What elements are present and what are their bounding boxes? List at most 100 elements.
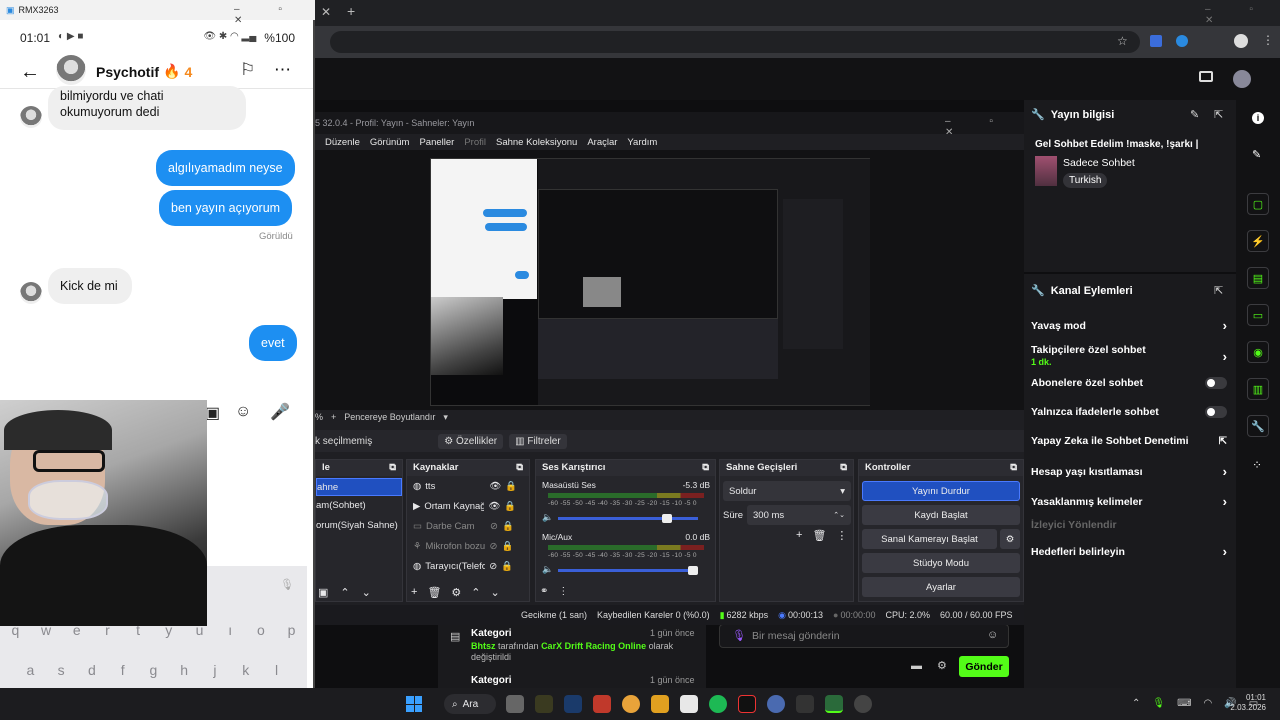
key[interactable]: d xyxy=(77,662,107,678)
network-icon[interactable]: ◠ xyxy=(1204,698,1213,709)
more-options-icon[interactable]: ⋯ xyxy=(274,60,291,80)
key[interactable]: f xyxy=(108,662,138,678)
action-account-age[interactable]: Hesap yaşı kısıtlaması › xyxy=(1031,464,1227,479)
dropdown-icon[interactable]: ▾ xyxy=(443,412,448,423)
action-slow-mode[interactable]: Yavaş mod › xyxy=(1031,318,1227,333)
source-item[interactable]: ⚘ Mikrofon bozu ⊘ 🔒 xyxy=(413,536,529,556)
virtual-camera-settings-icon[interactable]: ⚙ xyxy=(1000,529,1020,549)
subs-only-toggle[interactable] xyxy=(1205,377,1227,389)
mic-icon[interactable]: 🎙 xyxy=(1152,698,1165,709)
menu-help[interactable]: Yardım xyxy=(627,137,657,148)
keyboard-mic-icon[interactable]: 🎙 xyxy=(280,578,294,591)
gallery-icon[interactable]: ▣ xyxy=(205,403,220,423)
slider-handle[interactable] xyxy=(688,566,698,575)
lock-icon[interactable]: 🔒 xyxy=(501,561,513,572)
key[interactable]: a xyxy=(15,662,45,678)
gear-icon[interactable]: ⚙ xyxy=(451,586,461,599)
contact-avatar[interactable] xyxy=(56,55,86,85)
source-item[interactable]: ◍ Tarayıcı(Telefo ⊘ 🔒 xyxy=(413,556,529,576)
address-bar[interactable] xyxy=(330,31,1140,53)
layout-icon[interactable]: ▥ xyxy=(1247,378,1269,400)
chat-message-input[interactable]: Bir mesaj gönderin xyxy=(719,624,1009,648)
keyboard-icon[interactable]: ⌨ xyxy=(1177,698,1191,709)
key[interactable]: l xyxy=(262,662,292,678)
menu-dots-icon[interactable]: ⋮ xyxy=(836,529,847,542)
activity-user[interactable]: Bhtsz xyxy=(471,641,496,651)
menu-edit[interactable]: Düzenle xyxy=(325,137,360,148)
move-down-icon[interactable]: ⌄ xyxy=(362,586,371,599)
chat-bubble-icon[interactable]: ▬ xyxy=(911,660,922,672)
send-button[interactable]: Gönder xyxy=(959,656,1009,677)
bookmark-star-icon[interactable]: ☆ xyxy=(1117,34,1128,48)
pencil-icon[interactable]: ✎ xyxy=(1252,148,1261,161)
dock-float-icon[interactable]: ⧉ xyxy=(516,462,523,474)
phone-window-controls[interactable]: – ▫ ✕ xyxy=(234,4,315,26)
source-item[interactable]: ▭ Darbe Cam ⊘ 🔒 xyxy=(413,516,529,536)
key[interactable]: s xyxy=(46,662,76,678)
volume-slider[interactable] xyxy=(558,566,698,575)
key[interactable]: j xyxy=(200,662,230,678)
extension-icon[interactable] xyxy=(1150,35,1162,47)
eye-icon[interactable]: 👁 xyxy=(488,501,500,512)
tray-expand-icon[interactable]: ⌃ xyxy=(1132,698,1140,709)
taskbar-clock[interactable]: 01:01 2.03.2026 xyxy=(1230,693,1266,713)
category-name[interactable]: Sadece Sohbet xyxy=(1063,157,1135,169)
voice-icon[interactable]: 🎤 xyxy=(270,402,290,422)
emotes-only-toggle[interactable] xyxy=(1205,406,1227,418)
info-icon[interactable]: i xyxy=(1252,112,1264,124)
app-icon[interactable] xyxy=(593,695,611,713)
dock-float-icon[interactable]: ⧉ xyxy=(702,462,709,474)
app-icon[interactable] xyxy=(680,695,698,713)
chat-settings-icon[interactable]: ⚙ xyxy=(937,659,947,672)
key[interactable]: k xyxy=(231,662,261,678)
sticker-icon[interactable]: ☺ xyxy=(235,403,251,421)
add-icon[interactable]: + xyxy=(331,412,336,423)
contact-name-row[interactable]: Psychotif 🔥 4 xyxy=(96,63,192,80)
start-recording-button[interactable]: Kaydı Başlat xyxy=(862,505,1020,525)
action-ai-moderation[interactable]: Yapay Zeka ile Sohbet Denetimi ⇱ xyxy=(1031,435,1227,447)
flag-icon[interactable]: ⚐ xyxy=(240,60,255,80)
taskbar-search[interactable]: ⌕ Ara xyxy=(444,694,496,714)
more-apps-icon[interactable]: ⁘ xyxy=(1252,458,1262,472)
scene-item[interactable]: am(Sohbet) xyxy=(316,496,402,516)
slider-handle[interactable] xyxy=(662,514,672,523)
move-up-icon[interactable]: ⌃ xyxy=(471,586,480,599)
start-virtual-camera-button[interactable]: Sanal Kamerayı Başlat xyxy=(862,529,997,549)
language-tag[interactable]: Turkish xyxy=(1063,173,1108,188)
add-transition-icon[interactable]: + xyxy=(796,529,802,542)
move-up-icon[interactable]: ⌃ xyxy=(340,586,349,599)
menu-docks[interactable]: Paneller xyxy=(419,137,454,148)
profile-icon[interactable] xyxy=(1234,34,1248,48)
menu-profile[interactable]: Profil xyxy=(464,137,486,148)
action-subs-only[interactable]: Abonelere özel sohbet xyxy=(1031,377,1227,389)
app-icon[interactable] xyxy=(535,695,553,713)
settings-button[interactable]: Ayarlar xyxy=(862,577,1020,597)
edit-icon[interactable]: ✎ xyxy=(1190,108,1199,121)
tiktok-icon[interactable] xyxy=(738,695,756,713)
scene-item[interactable]: orum(Siyah Sahne) xyxy=(316,516,402,536)
dock-float-icon[interactable]: ⧉ xyxy=(389,462,396,474)
popout-icon[interactable]: ⇱ xyxy=(1214,108,1223,121)
file-explorer-icon[interactable] xyxy=(651,695,669,713)
action-followers-only[interactable]: Takipçilere özel sohbet 1 dk. › xyxy=(1031,344,1227,368)
terminal-icon[interactable] xyxy=(796,695,814,713)
settings-wrench-icon[interactable]: 🔧 xyxy=(1247,415,1269,437)
window-controls[interactable]: – ▫ ✕ xyxy=(1205,4,1280,26)
extension2-icon[interactable] xyxy=(1176,35,1188,47)
add-source-icon[interactable]: + xyxy=(411,586,417,599)
scene-item[interactable]: ahne xyxy=(316,478,402,496)
streamer-mode-icon[interactable] xyxy=(1199,71,1213,82)
trash-icon[interactable]: 🗑 xyxy=(427,586,441,599)
menu-scene-collection[interactable]: Sahne Koleksiyonu xyxy=(496,137,577,148)
app-icon[interactable] xyxy=(767,695,785,713)
link-icon[interactable]: ⚭ xyxy=(540,586,548,597)
key[interactable]: p xyxy=(277,622,307,638)
obs-icon[interactable] xyxy=(854,695,872,713)
key[interactable]: h xyxy=(169,662,199,678)
broadcast-icon[interactable]: ◉ xyxy=(1247,341,1269,363)
speaker-icon[interactable]: 🔈 xyxy=(542,564,553,575)
activity-game[interactable]: CarX Drift Racing Online xyxy=(541,641,646,651)
move-down-icon[interactable]: ⌄ xyxy=(491,586,500,599)
browser-menu-icon[interactable]: ⋮ xyxy=(1262,33,1274,47)
chrome-icon[interactable] xyxy=(622,695,640,713)
